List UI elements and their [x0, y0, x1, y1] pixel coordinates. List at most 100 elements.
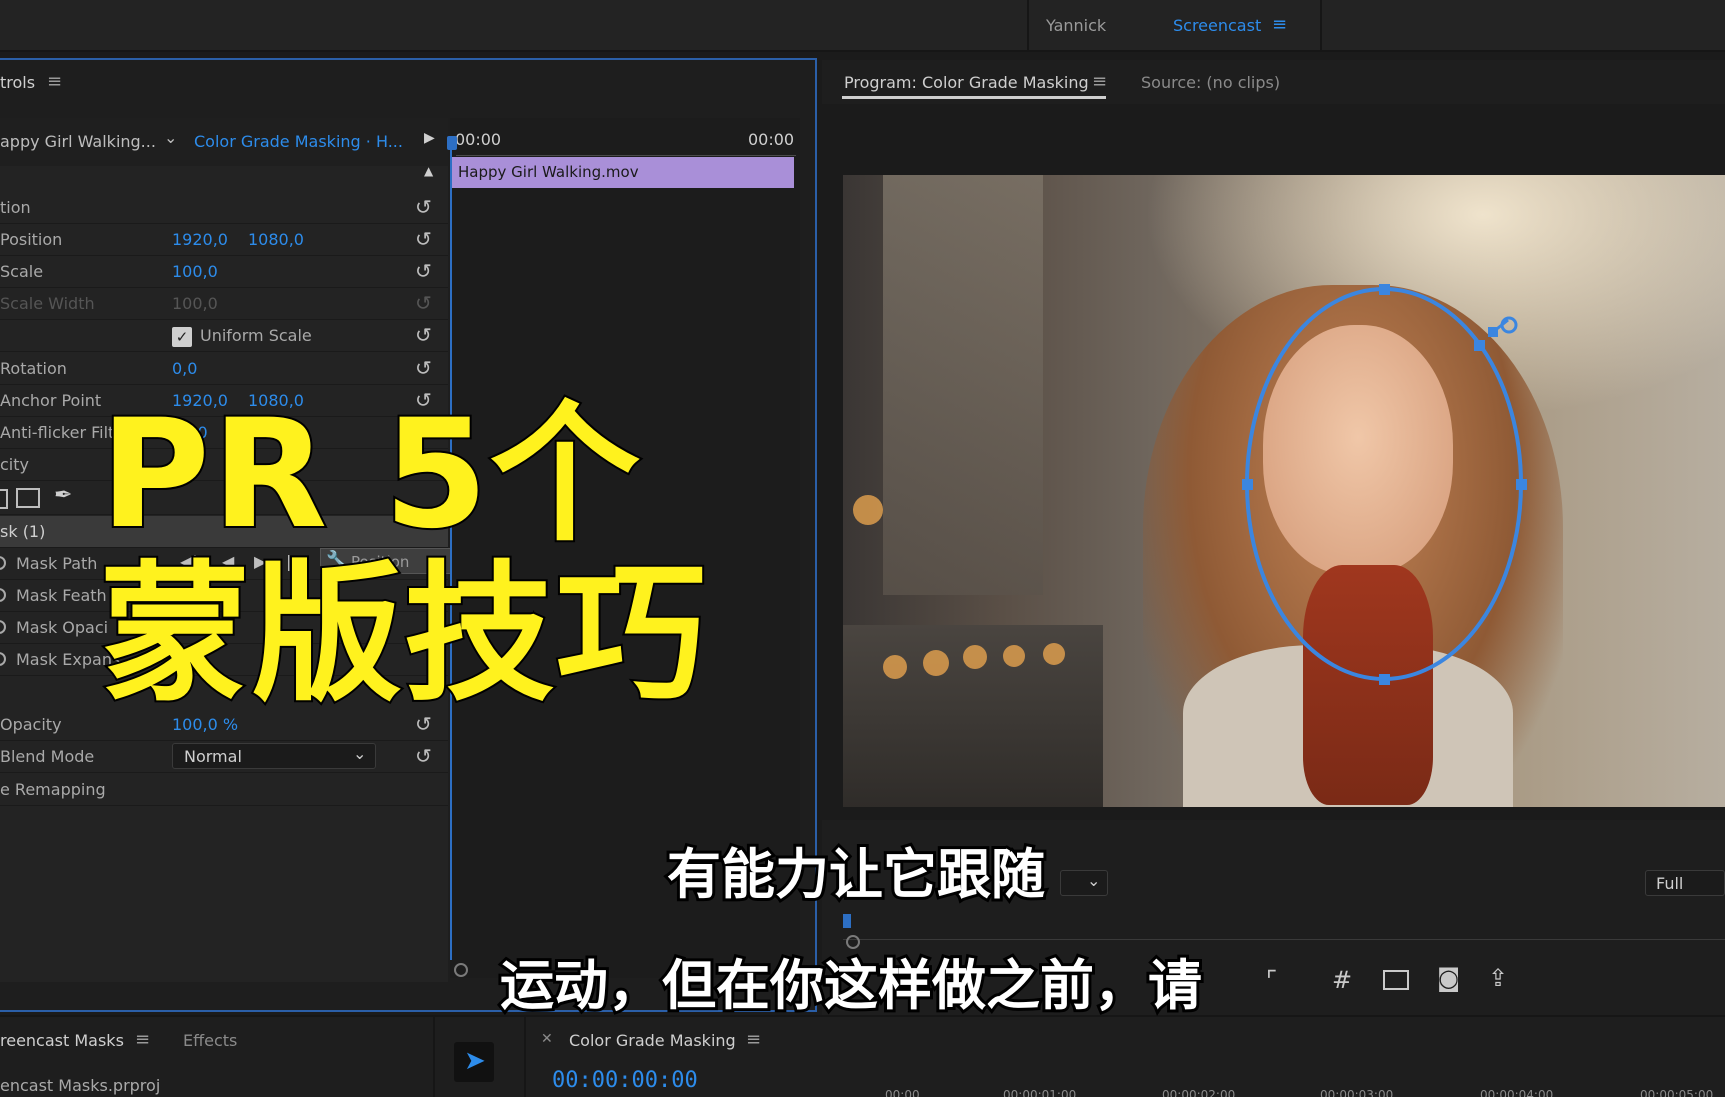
property-row-scale[interactable]: Scale 100,0 ↺ — [0, 256, 448, 288]
blend-mode-select[interactable]: Normal ⌄ — [172, 743, 376, 769]
ruler-tick-label: 00:00 — [885, 1088, 920, 1097]
ruler-tick-label: 00:00:03:00 — [1320, 1088, 1394, 1097]
property-label: Mask Feath — [16, 586, 107, 605]
chevron-down-icon: ⌄ — [1087, 871, 1101, 890]
position-x-value[interactable]: 1920,0 — [172, 230, 228, 249]
safe-margins-icon[interactable]: # — [1332, 966, 1352, 994]
play-triangle-icon[interactable]: ▶ — [424, 130, 435, 146]
effect-controls-title[interactable]: trols — [0, 73, 35, 92]
program-monitor-tab[interactable]: Program: Color Grade Masking — [844, 73, 1089, 92]
stopwatch-icon[interactable] — [0, 556, 6, 570]
mark-clip-icon[interactable]: ⌜ — [1266, 966, 1277, 994]
close-icon[interactable]: ✕ — [541, 1031, 553, 1047]
sequence-menu-icon[interactable]: ≡ — [746, 1029, 761, 1050]
effect-controls-menu-icon[interactable]: ≡ — [47, 71, 62, 92]
panel-divider — [524, 1017, 526, 1097]
subtitle-line1: 有能力让它跟随 — [664, 842, 1048, 908]
rotation-value[interactable]: 0,0 — [172, 359, 197, 378]
property-label: e Remapping — [0, 780, 106, 799]
camera-icon[interactable]: ◙ — [1437, 964, 1460, 992]
panel-divider — [433, 1017, 435, 1097]
reset-icon[interactable]: ↺ — [415, 195, 432, 219]
mask-vertex-handle[interactable] — [1242, 479, 1253, 490]
reset-icon[interactable]: ↺ — [415, 744, 432, 768]
timeline-ruler — [456, 148, 796, 156]
master-clip-label[interactable]: appy Girl Walking... — [0, 132, 156, 151]
selection-tool-button[interactable]: ➤ — [454, 1042, 494, 1082]
reset-icon[interactable]: ↺ — [415, 323, 432, 347]
property-label: Mask Path — [16, 554, 98, 573]
mask-vertex-handle[interactable] — [1379, 674, 1390, 685]
mask-vertex-handle[interactable] — [1379, 284, 1390, 295]
timeline-start-timecode: 00:00 — [455, 130, 502, 149]
monitor-zoom-handle[interactable] — [846, 935, 860, 949]
reset-icon[interactable]: ↺ — [415, 356, 432, 380]
workspace-tab-yannick[interactable]: Yannick — [1046, 16, 1106, 35]
playhead-handle[interactable] — [447, 136, 457, 150]
sequence-clip-label[interactable]: Color Grade Masking · H... — [194, 132, 403, 151]
property-label: Mask Opaci — [16, 618, 109, 637]
property-row-position[interactable]: Position 1920,0 1080,0 ↺ — [0, 224, 448, 256]
workspace-tab-screencast[interactable]: Screencast — [1173, 16, 1261, 35]
program-monitor-menu-icon[interactable]: ≡ — [1092, 71, 1107, 92]
property-label: Position — [0, 230, 63, 249]
mask-label: sk (1) — [0, 522, 46, 541]
scroll-up-icon[interactable]: ▲ — [424, 164, 433, 178]
resolution-select[interactable]: Full — [1645, 870, 1725, 896]
workspace-menu-icon[interactable]: ≡ — [1272, 14, 1287, 35]
program-video-frame[interactable] — [843, 175, 1725, 807]
monitor-ruler[interactable] — [843, 920, 1725, 940]
ellipse-mask-icon[interactable] — [0, 489, 8, 509]
uniform-scale-label: Uniform Scale — [200, 326, 312, 345]
overlay-title-line2: 蒙版技巧 — [98, 548, 709, 722]
stopwatch-icon[interactable] — [0, 588, 6, 602]
effect-controls-header — [0, 60, 815, 102]
stopwatch-icon[interactable] — [0, 652, 6, 666]
chevron-down-icon[interactable]: ⌄ — [164, 128, 177, 147]
rectangle-mask-icon[interactable] — [16, 488, 40, 508]
property-row-rotation[interactable]: Rotation 0,0 ↺ — [0, 353, 448, 385]
selection-arrow-icon: ➤ — [464, 1046, 486, 1076]
scale-value[interactable]: 100,0 — [172, 262, 218, 281]
pen-mask-icon[interactable]: ✒ — [54, 483, 72, 508]
mask-feather-handle[interactable] — [1474, 340, 1485, 351]
workspace-divider — [1027, 0, 1029, 52]
mask-vertex-handle[interactable] — [1516, 479, 1527, 490]
uniform-scale-checkbox[interactable]: ✓ — [172, 327, 192, 347]
property-label: Anchor Point — [0, 391, 102, 410]
project-menu-icon[interactable]: ≡ — [135, 1029, 150, 1050]
zoom-select[interactable]: ⌄ — [1060, 870, 1108, 896]
reset-icon: ↺ — [415, 291, 432, 315]
reset-icon[interactable]: ↺ — [415, 227, 432, 251]
bottom-panels — [0, 1015, 1725, 1097]
source-monitor-tab[interactable]: Source: (no clips) — [1141, 73, 1280, 92]
sequence-tab[interactable]: Color Grade Masking — [569, 1031, 736, 1050]
subtitle-line2: 运动，但在你这样做之前，请 — [497, 953, 1205, 1019]
property-label: tion — [0, 198, 31, 217]
active-tab-indicator — [842, 96, 1106, 99]
effects-panel-tab[interactable]: Effects — [183, 1031, 237, 1050]
position-y-value[interactable]: 1080,0 — [248, 230, 304, 249]
property-label: Rotation — [0, 359, 67, 378]
workspace-bar — [0, 0, 1725, 52]
property-row-time-remapping[interactable]: e Remapping — [0, 774, 448, 806]
comparison-view-icon[interactable] — [1383, 970, 1409, 990]
property-label: Blend Mode — [0, 747, 95, 766]
property-row-uniform-scale[interactable]: ✓ Uniform Scale ↺ — [0, 320, 448, 352]
property-row-blend-mode[interactable]: Blend Mode Normal ⌄ ↺ — [0, 741, 448, 773]
sequence-timecode[interactable]: 00:00:00:00 — [552, 1068, 698, 1093]
clip-bar[interactable]: Happy Girl Walking.mov — [452, 157, 794, 188]
property-row-motion[interactable]: tion ↺ — [0, 192, 448, 224]
overlay-title-line1: PR 5个 — [98, 388, 643, 562]
monitor-playhead[interactable] — [843, 914, 851, 928]
stopwatch-icon[interactable] — [0, 620, 6, 634]
workspace-divider-right — [1320, 0, 1322, 52]
property-label: Anti-flicker Filt — [0, 423, 115, 442]
mask-ellipse-overlay[interactable] — [843, 175, 1725, 807]
zoom-handle[interactable] — [454, 963, 468, 977]
export-frame-icon[interactable]: ⇪ — [1488, 964, 1508, 992]
reset-icon[interactable]: ↺ — [415, 259, 432, 283]
project-panel-tab[interactable]: reencast Masks — [0, 1031, 124, 1050]
ruler-tick-label: 00:00:04:00 — [1480, 1088, 1554, 1097]
ruler-tick-label: 00:00:05:00 — [1640, 1088, 1714, 1097]
